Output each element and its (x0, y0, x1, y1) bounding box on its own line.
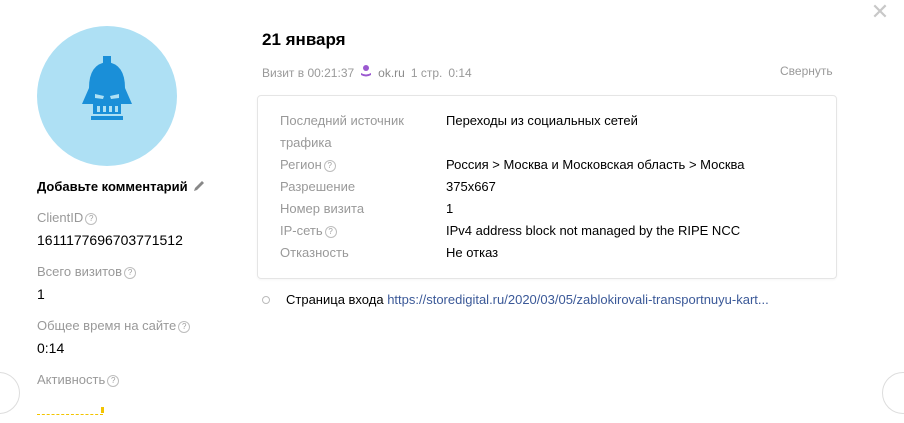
help-icon[interactable]: ? (178, 321, 191, 333)
odnoklassniki-icon (360, 64, 372, 81)
source-name[interactable]: ok.ru (378, 66, 405, 80)
comment-label[interactable]: Добавьте комментарий (37, 179, 188, 194)
activity-label: Активность? (37, 372, 120, 387)
detail-value-ip-network: IPv4 address block not managed by the RI… (446, 223, 741, 238)
entry-bullet-icon (262, 296, 270, 304)
detail-value-traffic-source: Переходы из социальных сетей (446, 113, 638, 128)
avatar (37, 26, 177, 166)
entry-page-link[interactable]: https://storedigital.ru/2020/03/05/zablo… (387, 292, 769, 307)
detail-label-visit-number: Номер визита (280, 201, 365, 216)
help-icon[interactable]: ? (85, 213, 98, 225)
help-icon[interactable]: ? (323, 160, 336, 172)
entry-page: Страница входа https://storedigital.ru/2… (286, 292, 769, 307)
help-icon[interactable]: ? (124, 267, 137, 279)
total-time-value: 0:14 (37, 340, 65, 356)
visit-date: 21 января (262, 30, 346, 49)
visit-meta: Визит в 00:21:37 ok.ru 1 стр. 0:14 (262, 64, 472, 81)
close-icon[interactable]: ✕ (870, 1, 890, 23)
detail-label-bounce: Отказность (280, 245, 349, 260)
total-visits-value: 1 (37, 286, 45, 302)
collapse-button[interactable]: Свернуть (780, 64, 833, 78)
activity-marker (101, 407, 104, 413)
help-icon[interactable]: ? (107, 375, 120, 387)
total-visits-label: Всего визитов? (37, 264, 137, 279)
pencil-icon[interactable] (192, 179, 206, 193)
next-visitor-button[interactable] (882, 372, 904, 414)
help-icon[interactable]: ? (324, 226, 337, 238)
client-id-label: ClientID? (37, 210, 98, 225)
detail-label-region: Регион? (280, 154, 336, 176)
detail-value-region: Россия > Москва и Московская область > М… (446, 157, 745, 172)
entry-page-label: Страница входа (286, 292, 384, 307)
detail-value-visit-number: 1 (446, 201, 454, 216)
detail-label-ip-network: IP-сеть? (280, 220, 337, 242)
detail-value-resolution: 375x667 (446, 179, 496, 194)
total-time-label: Общее время на сайте? (37, 318, 191, 333)
visit-duration: 0:14 (448, 65, 472, 80)
detail-value-bounce: Не отказ (446, 245, 499, 260)
detail-label-traffic-source: Последний источник трафика (280, 113, 404, 150)
page-count: 1 стр. (410, 65, 443, 80)
user-mask-icon (82, 56, 132, 120)
prev-visitor-button[interactable] (0, 372, 20, 414)
activity-bar (37, 408, 103, 415)
detail-label-resolution: Разрешение (280, 179, 356, 194)
visit-time: Визит в 00:21:37 (262, 65, 355, 80)
client-id-value: 1611177696703771512 (37, 232, 183, 248)
